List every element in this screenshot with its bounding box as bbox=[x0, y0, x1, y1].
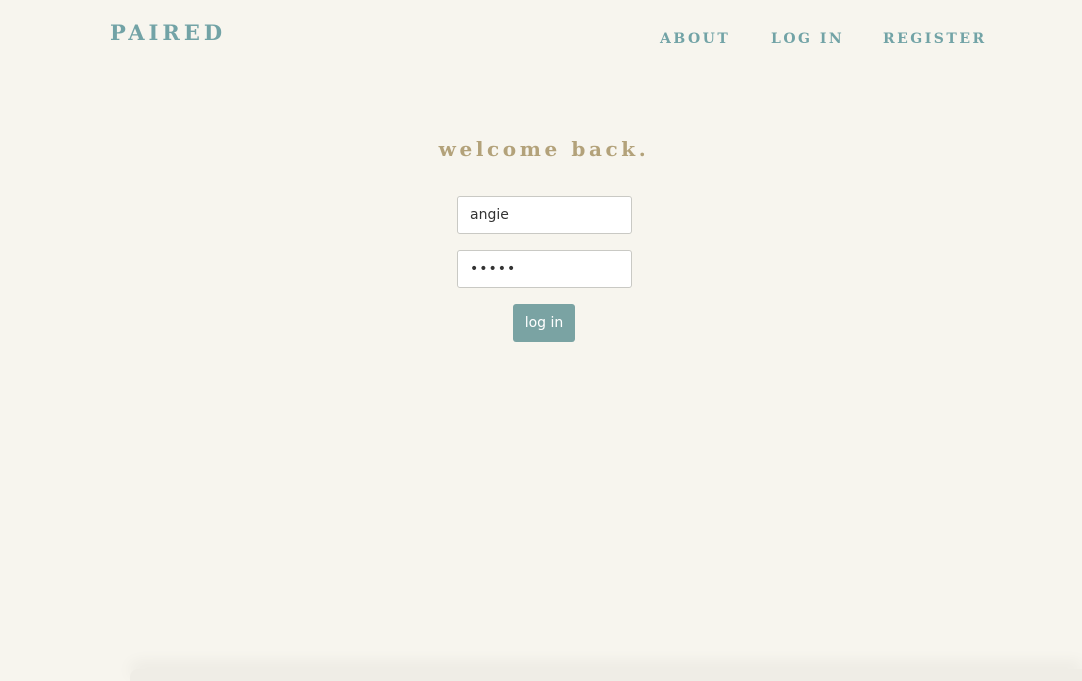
bottom-edge bbox=[130, 669, 1082, 681]
nav-register-link[interactable]: REGISTER bbox=[883, 31, 987, 47]
username-input[interactable] bbox=[457, 196, 632, 234]
login-button[interactable]: log in bbox=[513, 304, 575, 342]
nav-about-link[interactable]: ABOUT bbox=[660, 31, 730, 47]
top-nav: ABOUT LOG IN REGISTER bbox=[0, 31, 1082, 51]
nav-login-link[interactable]: LOG IN bbox=[771, 31, 844, 47]
password-input[interactable] bbox=[457, 250, 632, 288]
page-title: welcome back. bbox=[438, 137, 650, 161]
